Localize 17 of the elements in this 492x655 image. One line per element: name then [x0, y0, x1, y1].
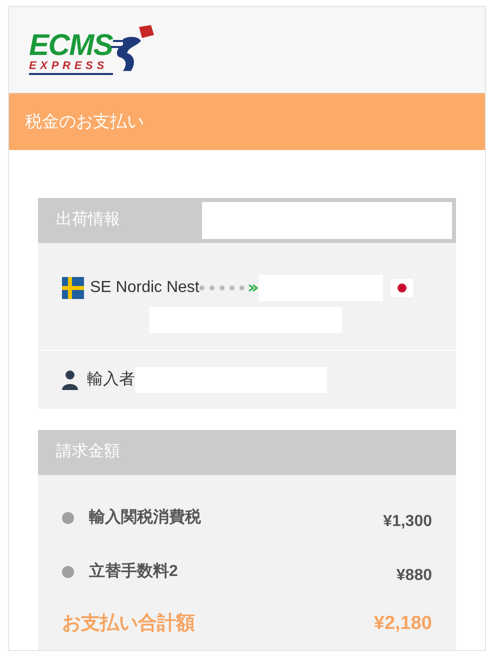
total-amount: ¥2,180 [374, 612, 432, 636]
fee-label: 輸入関税消費税 [89, 507, 201, 528]
page-title: 税金のお支払い [25, 111, 144, 134]
logo-wordmark: ECMS [29, 30, 113, 61]
bullet-icon [62, 566, 74, 578]
route-dots-icon [199, 282, 260, 292]
japan-flag-icon [391, 278, 414, 296]
total-label: お支払い合計額 [62, 612, 195, 636]
sender-name: SE Nordic Nest [90, 278, 200, 298]
sweden-flag-icon [62, 276, 84, 298]
logo-tagline: EXPRESS [29, 60, 113, 75]
fee-label: 立替手数料2 [89, 561, 178, 582]
fee-amount: ¥1,300 [383, 512, 432, 532]
bullet-icon [62, 512, 74, 524]
fee-amount: ¥880 [396, 566, 432, 586]
importer-label: 輸入者 [87, 370, 135, 390]
person-icon [62, 370, 78, 390]
